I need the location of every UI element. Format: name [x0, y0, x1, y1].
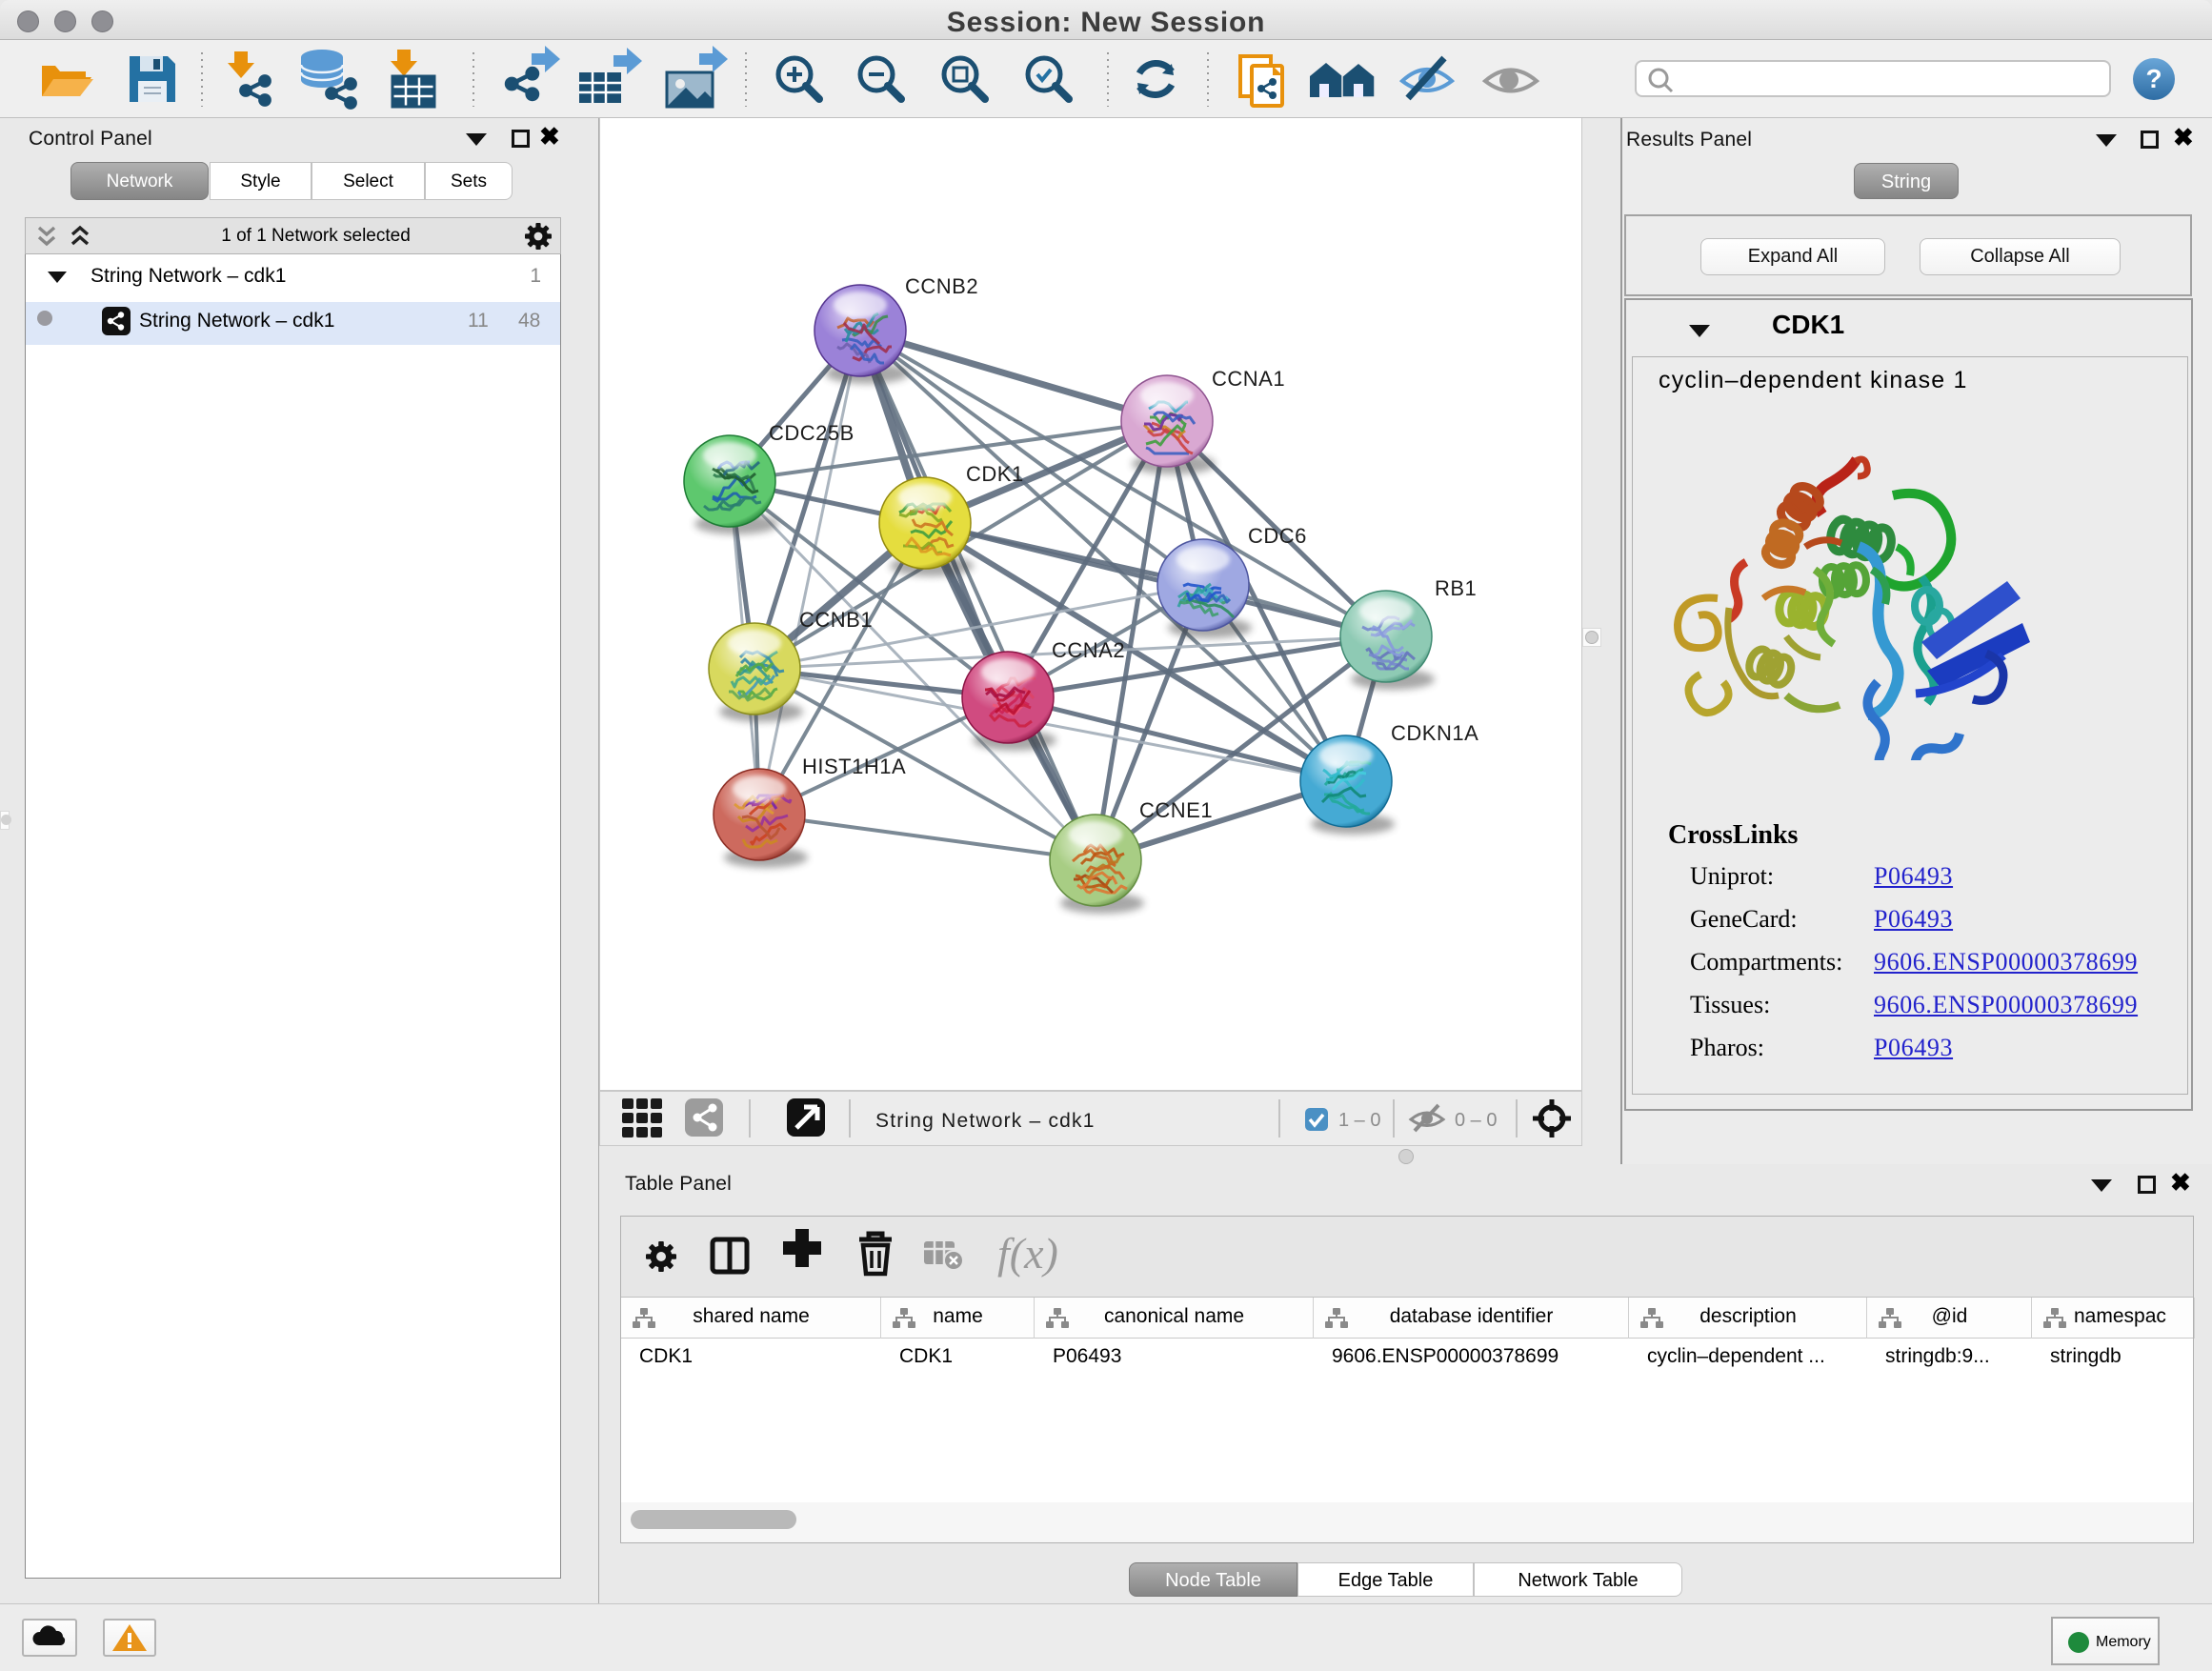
svg-text:CCNB1: CCNB1	[799, 608, 873, 632]
svg-text:CCNA2: CCNA2	[1052, 638, 1125, 662]
svg-text:CDKN1A: CDKN1A	[1391, 721, 1478, 745]
svg-text:CDK1: CDK1	[966, 462, 1024, 486]
svg-text:String Network – cdk1: String Network – cdk1	[875, 1110, 1096, 1132]
svg-text:CCNA1: CCNA1	[1212, 367, 1285, 391]
svg-text:CDC25B: CDC25B	[769, 421, 855, 445]
svg-text:0 – 0: 0 – 0	[1455, 1110, 1497, 1131]
svg-text:1 – 0: 1 – 0	[1338, 1110, 1380, 1131]
svg-text:HIST1H1A: HIST1H1A	[802, 755, 906, 778]
svg-text:f(x): f(x)	[997, 1229, 1058, 1278]
svg-text:CDC6: CDC6	[1248, 524, 1307, 548]
svg-text:CCNB2: CCNB2	[905, 274, 978, 298]
svg-text:CCNE1: CCNE1	[1139, 798, 1213, 822]
svg-text:RB1: RB1	[1435, 576, 1477, 600]
